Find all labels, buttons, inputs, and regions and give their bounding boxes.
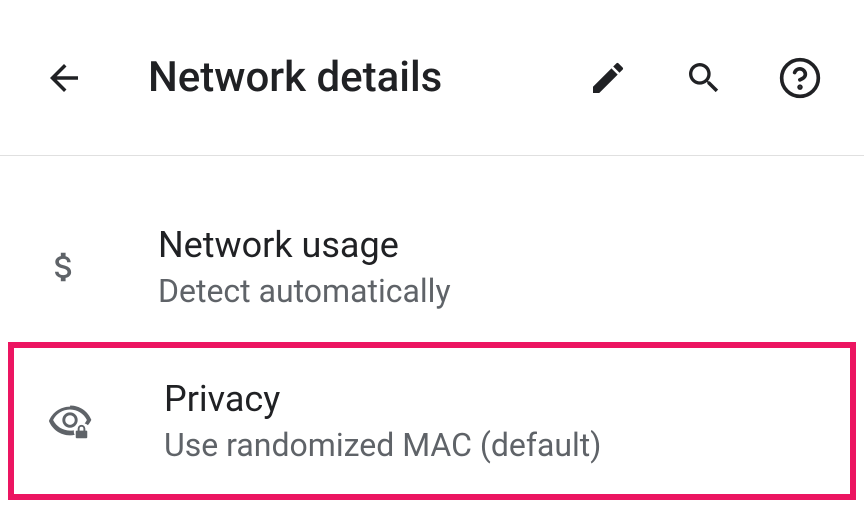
network-usage-subtitle: Detect automatically — [158, 272, 451, 310]
toolbar-actions — [584, 54, 824, 102]
toolbar: Network details — [0, 0, 864, 156]
network-usage-title: Network usage — [158, 224, 451, 266]
dollar-icon — [40, 248, 88, 286]
edit-button[interactable] — [584, 54, 632, 102]
back-button[interactable] — [40, 54, 88, 102]
settings-list: Network usage Detect automatically Priva… — [0, 156, 864, 500]
search-icon — [684, 58, 724, 98]
help-button[interactable] — [776, 54, 824, 102]
help-icon — [778, 56, 822, 100]
privacy-text: Privacy Use randomized MAC (default) — [164, 378, 601, 464]
search-button[interactable] — [680, 54, 728, 102]
privacy-item[interactable]: Privacy Use randomized MAC (default) — [14, 348, 850, 494]
arrow-back-icon — [43, 57, 85, 99]
privacy-subtitle: Use randomized MAC (default) — [164, 426, 601, 464]
network-usage-text: Network usage Detect automatically — [158, 224, 451, 310]
privacy-highlight: Privacy Use randomized MAC (default) — [8, 342, 856, 500]
network-usage-item[interactable]: Network usage Detect automatically — [0, 204, 864, 330]
page-title: Network details — [148, 53, 584, 102]
eye-lock-icon — [46, 398, 94, 444]
pencil-icon — [588, 58, 628, 98]
privacy-title: Privacy — [164, 378, 601, 420]
